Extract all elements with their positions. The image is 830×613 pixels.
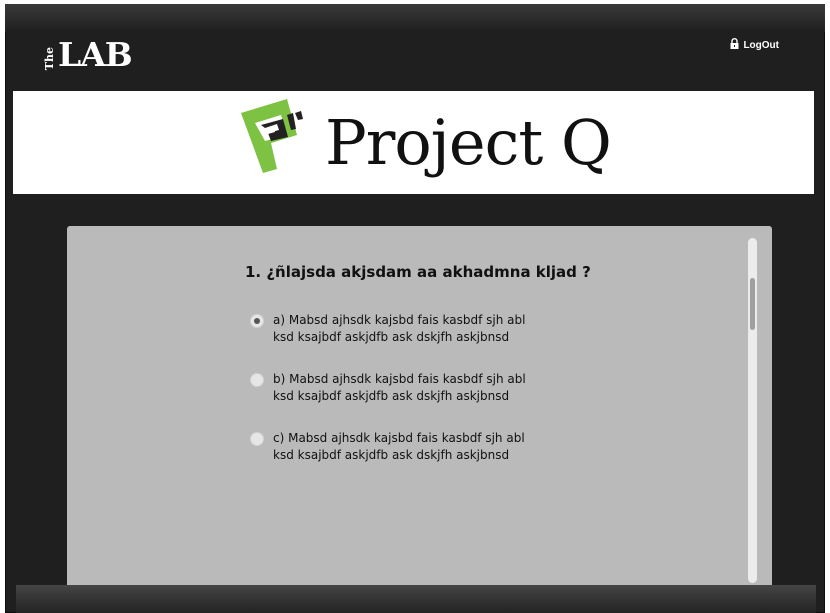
question-text: 1. ¿ñlajsda akjsdam aa akhadmna kljad ? [245,263,591,281]
lock-icon [730,38,739,52]
the-lab-logo: The LAB [43,34,133,74]
radio-b[interactable] [250,373,264,387]
project-banner: Project Q [13,91,814,194]
logout-button[interactable]: LogOut [730,38,779,52]
scrollbar-thumb[interactable] [750,278,755,330]
project-q-logo-icon [241,99,315,185]
banner-title: Project Q [325,106,612,179]
quiz-panel: 1. ¿ñlajsda akjsdam aa akhadmna kljad ? … [67,226,772,589]
answer-option-a[interactable]: a) Mabsd ajhsdk kajsbd fais kasbdf sjh a… [250,312,570,346]
scrollbar[interactable] [748,238,757,583]
answer-option-c[interactable]: c) Mabsd ajhsdk kajsbd fais kasbdf sjh a… [250,430,570,464]
answer-text-a: a) Mabsd ajhsdk kajsbd fais kasbdf sjh a… [273,313,526,344]
top-gradient [5,4,825,32]
bottom-bar [16,585,816,613]
radio-c[interactable] [250,432,264,446]
logout-label: LogOut [743,39,779,51]
answer-text-c: c) Mabsd ajhsdk kajsbd fais kasbdf sjh a… [273,431,525,462]
answer-text-b: b) Mabsd ajhsdk kajsbd fais kasbdf sjh a… [273,372,526,403]
app-frame: The LAB LogOut Project Q 1. ¿ñlajsda akj… [5,4,825,613]
radio-a[interactable] [250,314,264,328]
logo-lab-text: LAB [58,35,133,74]
logo-the-text: The [43,46,56,70]
answer-option-b[interactable]: b) Mabsd ajhsdk kajsbd fais kasbdf sjh a… [250,371,570,405]
